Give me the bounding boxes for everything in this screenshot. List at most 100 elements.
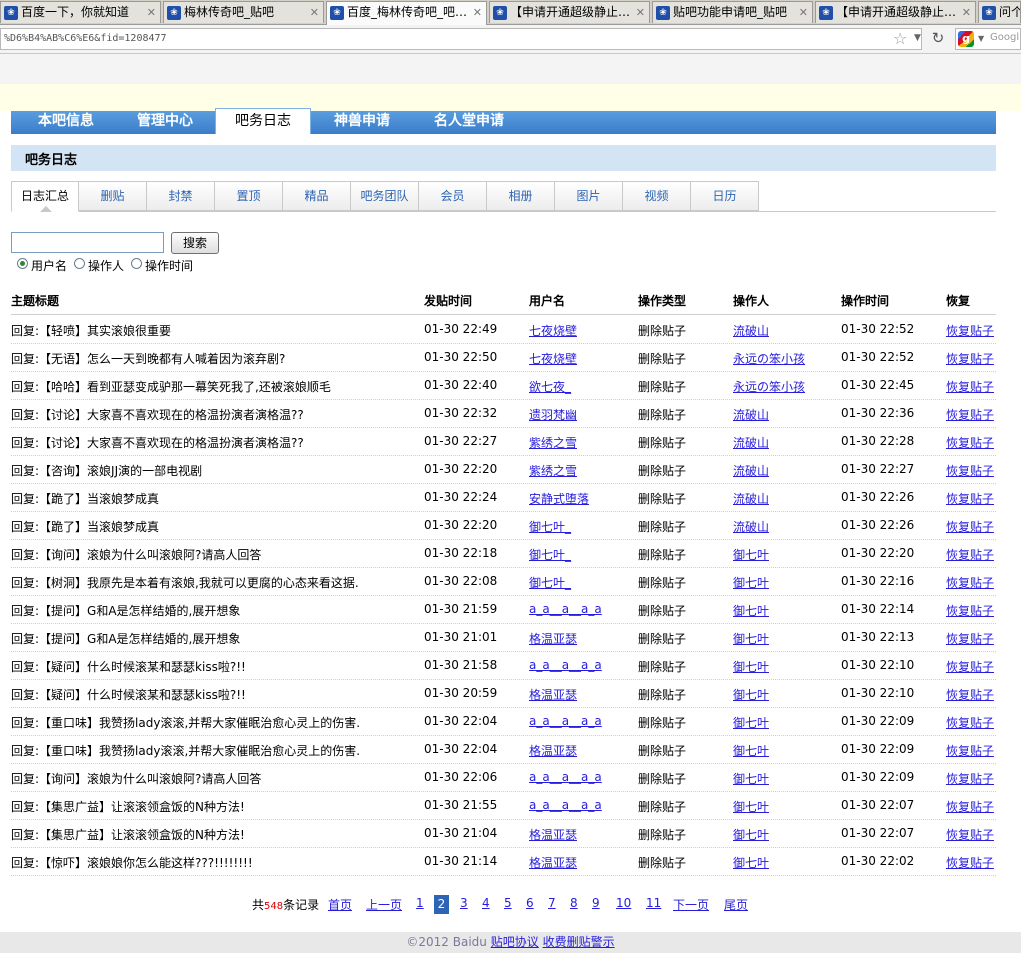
subtab[interactable]: 相册 [487,181,555,211]
username-link[interactable]: 欲七夜_ [529,378,571,395]
operator-link[interactable]: 御七叶 [733,658,769,675]
browser-tab[interactable]: ❀ 【申请开通超级静止… ✕ [815,1,976,23]
restore-link[interactable]: 恢复贴子 [946,714,994,731]
operator-link[interactable]: 流破山 [733,518,769,535]
pager-page-link[interactable]: 8 [570,896,578,910]
restore-link[interactable]: 恢复贴子 [946,826,994,843]
restore-link[interactable]: 恢复贴子 [946,546,994,563]
search-mode-radio[interactable] [131,258,142,269]
username-link[interactable]: 七夜烧壁 [529,322,577,339]
username-link[interactable]: 紫绣之雪 [529,462,577,479]
search-mode-radio[interactable] [74,258,85,269]
operator-link[interactable]: 御七叶 [733,546,769,563]
nav-item[interactable]: 神兽申请 [334,111,390,134]
operator-link[interactable]: 流破山 [733,462,769,479]
operator-link[interactable]: 御七叶 [733,854,769,871]
search-mode-radio[interactable] [17,258,28,269]
username-link[interactable]: 格温亚瑟 [529,854,577,871]
pager-page-link[interactable]: 10 [616,896,631,910]
username-link[interactable]: a_a__a__a_a [529,714,602,728]
subtab[interactable]: 图片 [555,181,623,211]
username-link[interactable]: a_a__a__a_a [529,770,602,784]
restore-link[interactable]: 恢复贴子 [946,490,994,507]
restore-link[interactable]: 恢复贴子 [946,574,994,591]
pager-prev-link[interactable]: 上一页 [366,896,402,913]
operator-link[interactable]: 流破山 [733,490,769,507]
operator-link[interactable]: 御七叶 [733,826,769,843]
operator-link[interactable]: 永远の笨小孩 [733,378,805,395]
operator-link[interactable]: 流破山 [733,434,769,451]
username-link[interactable]: 格温亚瑟 [529,686,577,703]
pager-page-link[interactable]: 6 [526,896,534,910]
restore-link[interactable]: 恢复贴子 [946,350,994,367]
restore-link[interactable]: 恢复贴子 [946,686,994,703]
subtab[interactable]: 置顶 [215,181,283,211]
browser-tab[interactable]: ❀ 问个 [978,1,1021,23]
pager-page-link[interactable]: 5 [504,896,512,910]
restore-link[interactable]: 恢复贴子 [946,518,994,535]
tab-close-icon[interactable]: ✕ [962,2,971,23]
username-link[interactable]: 紫绣之雪 [529,434,577,451]
restore-link[interactable]: 恢复贴子 [946,322,994,339]
operator-link[interactable]: 御七叶 [733,686,769,703]
operator-link[interactable]: 流破山 [733,406,769,423]
operator-link[interactable]: 御七叶 [733,714,769,731]
pager-page-link[interactable]: 11 [646,896,661,910]
nav-item[interactable]: 名人堂申请 [434,111,504,134]
username-link[interactable]: a_a__a__a_a [529,658,602,672]
tab-close-icon[interactable]: ✕ [310,2,319,23]
username-link[interactable]: 御七叶_ [529,518,571,535]
google-icon[interactable]: g [958,31,974,47]
pager-page-link[interactable]: 7 [548,896,556,910]
pager-first-link[interactable]: 首页 [328,896,352,913]
operator-link[interactable]: 御七叶 [733,574,769,591]
engine-dropdown-icon[interactable]: ▼ [978,34,984,43]
pager-last-link[interactable]: 尾页 [724,896,748,913]
username-link[interactable]: a_a__a__a_a [529,602,602,616]
username-link[interactable]: 格温亚瑟 [529,826,577,843]
nav-item[interactable]: 本吧信息 [38,111,94,134]
search-button[interactable]: 搜索 [171,232,219,254]
username-link[interactable]: 御七叶_ [529,574,571,591]
search-input[interactable] [11,232,164,253]
subtab[interactable]: 吧务团队 [351,181,419,211]
subtab[interactable]: 删贴 [79,181,147,211]
browser-tab[interactable]: ❀ 梅林传奇吧_贴吧 ✕ [163,1,324,23]
subtab[interactable]: 日历 [691,181,759,211]
subtab[interactable]: 视频 [623,181,691,211]
restore-link[interactable]: 恢复贴子 [946,462,994,479]
tab-close-icon[interactable]: ✕ [636,2,645,23]
restore-link[interactable]: 恢复贴子 [946,742,994,759]
footer-link-fee-warning[interactable]: 收费删贴警示 [543,935,615,949]
pager-next-link[interactable]: 下一页 [673,896,709,913]
username-link[interactable]: 安静式堕落 [529,490,589,507]
username-link[interactable]: 御七叶_ [529,546,571,563]
reload-icon[interactable]: ↻ [928,28,948,48]
subtab[interactable]: 会员 [419,181,487,211]
tab-close-icon[interactable]: ✕ [473,2,482,23]
browser-tab[interactable]: ❀ 贴吧功能申请吧_贴吧 ✕ [652,1,813,23]
nav-item[interactable]: 管理中心 [137,111,193,134]
operator-link[interactable]: 御七叶 [733,770,769,787]
pager-page-link[interactable]: 3 [460,896,468,910]
operator-link[interactable]: 永远の笨小孩 [733,350,805,367]
pager-page-link[interactable]: 4 [482,896,490,910]
restore-link[interactable]: 恢复贴子 [946,658,994,675]
subtab[interactable]: 精品 [283,181,351,211]
username-link[interactable]: 遗羽梵幽 [529,406,577,423]
bookmark-star-icon[interactable]: ☆ [893,29,907,48]
username-link[interactable]: 七夜烧壁 [529,350,577,367]
footer-link-agreement[interactable]: 贴吧协议 [491,935,539,949]
restore-link[interactable]: 恢复贴子 [946,434,994,451]
restore-link[interactable]: 恢复贴子 [946,854,994,871]
subtab[interactable]: 封禁 [147,181,215,211]
username-link[interactable]: 格温亚瑟 [529,630,577,647]
restore-link[interactable]: 恢复贴子 [946,770,994,787]
url-dropdown-icon[interactable]: ▼ [914,33,921,43]
username-link[interactable]: 格温亚瑟 [529,742,577,759]
browser-tab[interactable]: ❀ 百度_梅林传奇吧_吧… ✕ [326,1,487,25]
restore-link[interactable]: 恢复贴子 [946,406,994,423]
operator-link[interactable]: 御七叶 [733,602,769,619]
tab-close-icon[interactable]: ✕ [799,2,808,23]
restore-link[interactable]: 恢复贴子 [946,602,994,619]
